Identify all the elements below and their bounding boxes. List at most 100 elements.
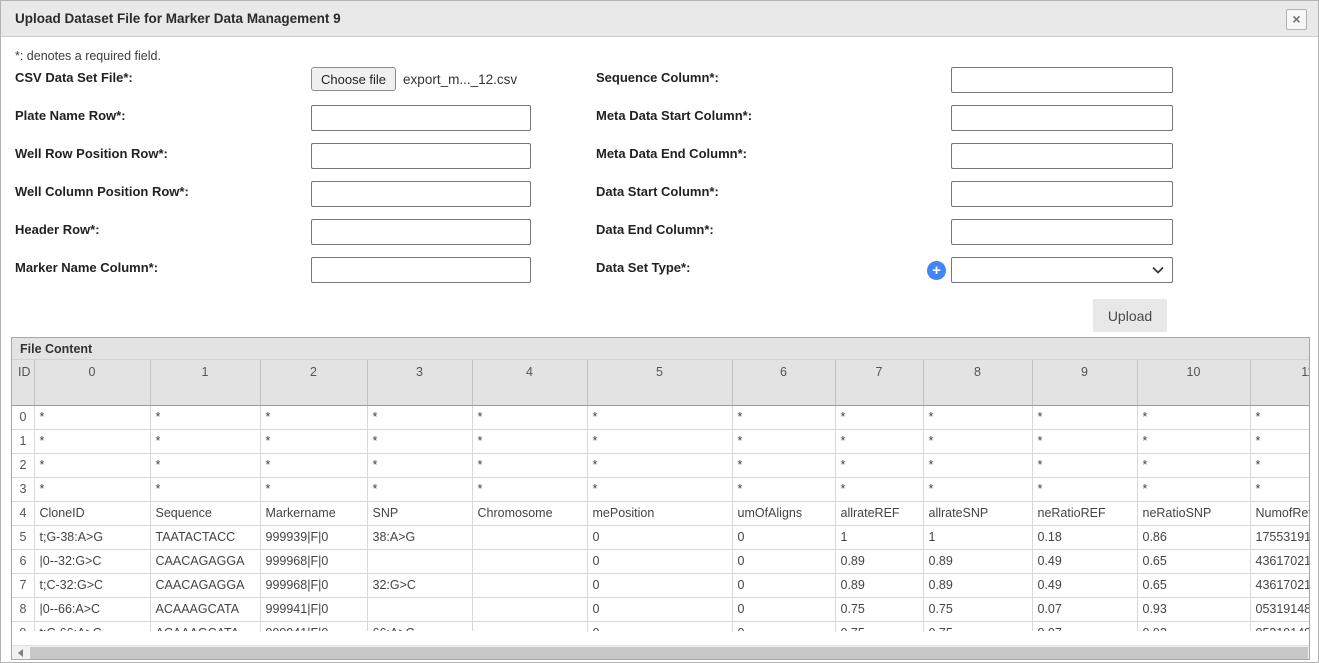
selected-file-name: export_m..._12.csv — [403, 72, 517, 87]
data-set-type-select[interactable] — [951, 257, 1173, 283]
column-header-id: ID — [12, 360, 34, 405]
column-header-5: 5 — [587, 360, 732, 405]
table-cell: * — [835, 477, 923, 501]
plate-name-row-input[interactable] — [311, 105, 531, 131]
table-cell: * — [34, 453, 150, 477]
scroll-left-arrow-icon[interactable] — [12, 646, 29, 659]
column-header-11: 11 — [1250, 360, 1309, 405]
well-row-position-input[interactable] — [311, 143, 531, 169]
table-cell: |0--32:G>C — [34, 549, 150, 573]
dialog-header: Upload Dataset File for Marker Data Mana… — [1, 1, 1318, 37]
table-cell: |0--66:A>C — [34, 597, 150, 621]
table-cell: * — [587, 429, 732, 453]
plate-name-row-label: Plate Name Row*: — [15, 105, 311, 123]
table-cell: t;G-38:A>G — [34, 525, 150, 549]
horizontal-scrollbar[interactable] — [12, 645, 1309, 659]
table-cell: 0.65 — [1137, 549, 1250, 573]
table-cell: 0.65 — [1137, 573, 1250, 597]
table-cell: * — [150, 429, 260, 453]
table-cell: 0.07 — [1032, 597, 1137, 621]
table-cell: * — [472, 453, 587, 477]
data-end-column-input[interactable] — [951, 219, 1173, 245]
row-id-cell: 0 — [12, 405, 34, 429]
meta-data-start-column-row: Meta Data Start Column*: — [596, 105, 1196, 131]
row-id-cell: 6 — [12, 549, 34, 573]
table-cell: * — [1250, 429, 1309, 453]
table-cell: 0.86 — [1137, 525, 1250, 549]
table-cell: * — [472, 429, 587, 453]
data-start-column-label: Data Start Column*: — [596, 181, 951, 199]
meta-data-start-column-input[interactable] — [951, 105, 1173, 131]
table-cell: * — [150, 477, 260, 501]
row-id-cell: 5 — [12, 525, 34, 549]
table-row[interactable]: 3************ — [12, 477, 1309, 501]
chevron-down-icon — [1152, 266, 1164, 274]
table-cell: * — [367, 429, 472, 453]
column-header-6: 6 — [732, 360, 835, 405]
table-cell: * — [1032, 453, 1137, 477]
table-cell: * — [923, 405, 1032, 429]
csv-file-label: CSV Data Set File*: — [15, 67, 311, 85]
header-row-row: Header Row*: — [15, 219, 560, 245]
table-cell: 0.18 — [1032, 525, 1137, 549]
meta-data-start-column-label: Meta Data Start Column*: — [596, 105, 951, 123]
choose-file-button[interactable]: Choose file — [311, 67, 396, 91]
required-note: *: denotes a required field. — [15, 49, 161, 63]
table-cell: SNP — [367, 501, 472, 525]
table-cell — [367, 597, 472, 621]
meta-data-end-column-input[interactable] — [951, 143, 1173, 169]
table-cell: 0.75 — [835, 597, 923, 621]
upload-button[interactable]: Upload — [1093, 299, 1167, 332]
column-header-0: 0 — [34, 360, 150, 405]
table-cell: 999968|F|0 — [260, 549, 367, 573]
well-column-position-input[interactable] — [311, 181, 531, 207]
plus-icon[interactable]: + — [927, 261, 946, 280]
well-column-position-row: Well Column Position Row*: — [15, 181, 560, 207]
table-row[interactable]: 1************ — [12, 429, 1309, 453]
table-cell: 05319148944 — [1250, 597, 1309, 621]
table-row[interactable]: 4CloneIDSequenceMarkernameSNPChromosomem… — [12, 501, 1309, 525]
table-row[interactable]: 9t;C-66:A>CACAAAGCATA999941|F|066:A>C000… — [12, 621, 1309, 631]
table-cell: * — [587, 453, 732, 477]
table-cell — [367, 549, 472, 573]
marker-name-column-input[interactable] — [311, 257, 531, 283]
table-row[interactable]: 5t;G-38:A>GTAATACTACC999939|F|038:A>G001… — [12, 525, 1309, 549]
scrollbar-thumb[interactable] — [30, 647, 1308, 659]
column-header-7: 7 — [835, 360, 923, 405]
table-cell: * — [923, 429, 1032, 453]
table-cell: * — [260, 453, 367, 477]
table-cell: allrateSNP — [923, 501, 1032, 525]
table-cell: 0.93 — [1137, 597, 1250, 621]
table-row[interactable]: 0************ — [12, 405, 1309, 429]
table-cell: 0.75 — [923, 597, 1032, 621]
table-cell: * — [1250, 477, 1309, 501]
header-row-input[interactable] — [311, 219, 531, 245]
sequence-column-input[interactable] — [951, 67, 1173, 93]
column-header-2: 2 — [260, 360, 367, 405]
table-cell: 999941|F|0 — [260, 621, 367, 631]
table-cell: * — [923, 477, 1032, 501]
table-row[interactable]: 6|0--32:G>CCAACAGAGGA999968|F|0000.890.8… — [12, 549, 1309, 573]
marker-name-column-row: Marker Name Column*: — [15, 257, 560, 283]
table-cell: * — [260, 429, 367, 453]
well-column-position-label: Well Column Position Row*: — [15, 181, 311, 199]
table-cell: 1 — [835, 525, 923, 549]
table-row[interactable]: 7t;C-32:G>CCAACAGAGGA999968|F|032:G>C000… — [12, 573, 1309, 597]
column-header-8: 8 — [923, 360, 1032, 405]
table-cell: 43617021228 — [1250, 573, 1309, 597]
table-row[interactable]: 2************ — [12, 453, 1309, 477]
table-cell: * — [34, 477, 150, 501]
table-cell: 0.89 — [835, 573, 923, 597]
table-row[interactable]: 8|0--66:A>CACAAAGCATA999941|F|0000.750.7… — [12, 597, 1309, 621]
table-cell: * — [367, 453, 472, 477]
table-cell: 0 — [587, 549, 732, 573]
table-cell: 999941|F|0 — [260, 597, 367, 621]
close-icon[interactable]: × — [1286, 9, 1307, 30]
table-cell: * — [835, 405, 923, 429]
table-cell: * — [472, 477, 587, 501]
table-cell: 0 — [732, 597, 835, 621]
table-cell: * — [923, 453, 1032, 477]
table-cell: * — [367, 477, 472, 501]
data-start-column-input[interactable] — [951, 181, 1173, 207]
file-content-table-wrap: ID012345678910110************1**********… — [12, 360, 1309, 631]
